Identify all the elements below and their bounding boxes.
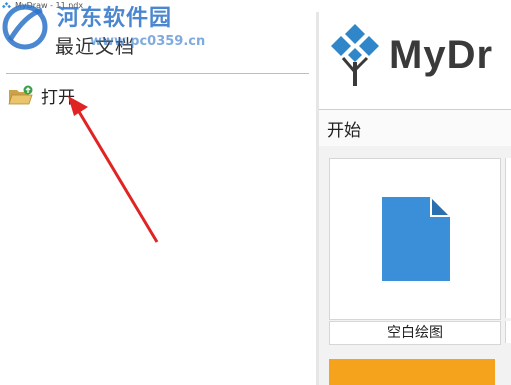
watermark-url: www.pc0359.cn bbox=[90, 34, 206, 49]
watermark-logo-icon bbox=[2, 4, 48, 50]
start-pane: MyDr 开始 空白绘图 bbox=[319, 12, 511, 385]
start-label: 开始 bbox=[327, 121, 361, 141]
blank-drawing-template[interactable] bbox=[329, 158, 501, 320]
open-button[interactable]: 打开 bbox=[8, 82, 148, 108]
templates-area: 空白绘图 bbox=[319, 146, 511, 385]
next-template-card-edge[interactable] bbox=[505, 158, 511, 318]
recent-documents-pane: 最近文档 打开 bbox=[0, 12, 316, 385]
header-divider bbox=[6, 73, 309, 74]
open-label: 打开 bbox=[41, 88, 75, 108]
open-folder-icon bbox=[8, 85, 33, 105]
next-template-caption-edge[interactable] bbox=[505, 321, 511, 343]
orange-template-card[interactable] bbox=[329, 359, 495, 385]
mydraw-logo: MyDr bbox=[325, 20, 511, 90]
mydraw-tree-icon bbox=[331, 24, 379, 86]
blank-document-icon bbox=[382, 197, 450, 281]
watermark-site-name: 河东软件园 bbox=[57, 5, 173, 31]
blank-drawing-label[interactable]: 空白绘图 bbox=[329, 321, 501, 345]
start-section-header: 开始 bbox=[319, 109, 511, 147]
brand-name: MyDr bbox=[389, 33, 494, 77]
